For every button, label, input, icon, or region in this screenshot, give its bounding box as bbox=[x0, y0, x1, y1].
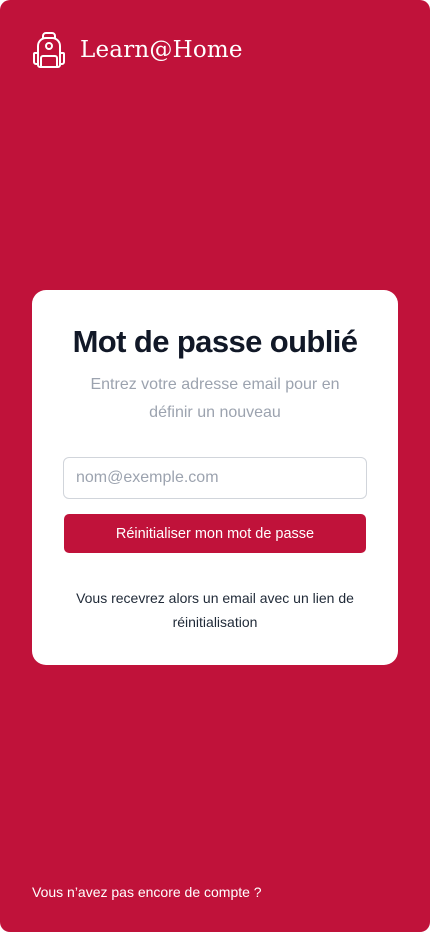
brand-name: Learn@Home bbox=[80, 37, 243, 63]
signup-link[interactable]: Vous n’avez pas encore de compte ? bbox=[32, 884, 262, 900]
forgot-password-card: Mot de passe oublié Entrez votre adresse… bbox=[32, 290, 398, 665]
brand-header: Learn@Home bbox=[32, 31, 243, 69]
page-title: Mot de passe oublié bbox=[72, 324, 358, 359]
card-note: Vous recevrez alors un email avec un lie… bbox=[76, 590, 354, 630]
backpack-icon bbox=[33, 32, 65, 68]
email-field[interactable] bbox=[63, 457, 367, 499]
reset-password-button[interactable]: Réinitialiser mon mot de passe bbox=[64, 514, 366, 553]
card-subtitle: Entrez votre adresse email pour en défin… bbox=[90, 376, 340, 421]
forgot-password-screen: Learn@Home Mot de passe oublié Entrez vo… bbox=[0, 0, 430, 932]
